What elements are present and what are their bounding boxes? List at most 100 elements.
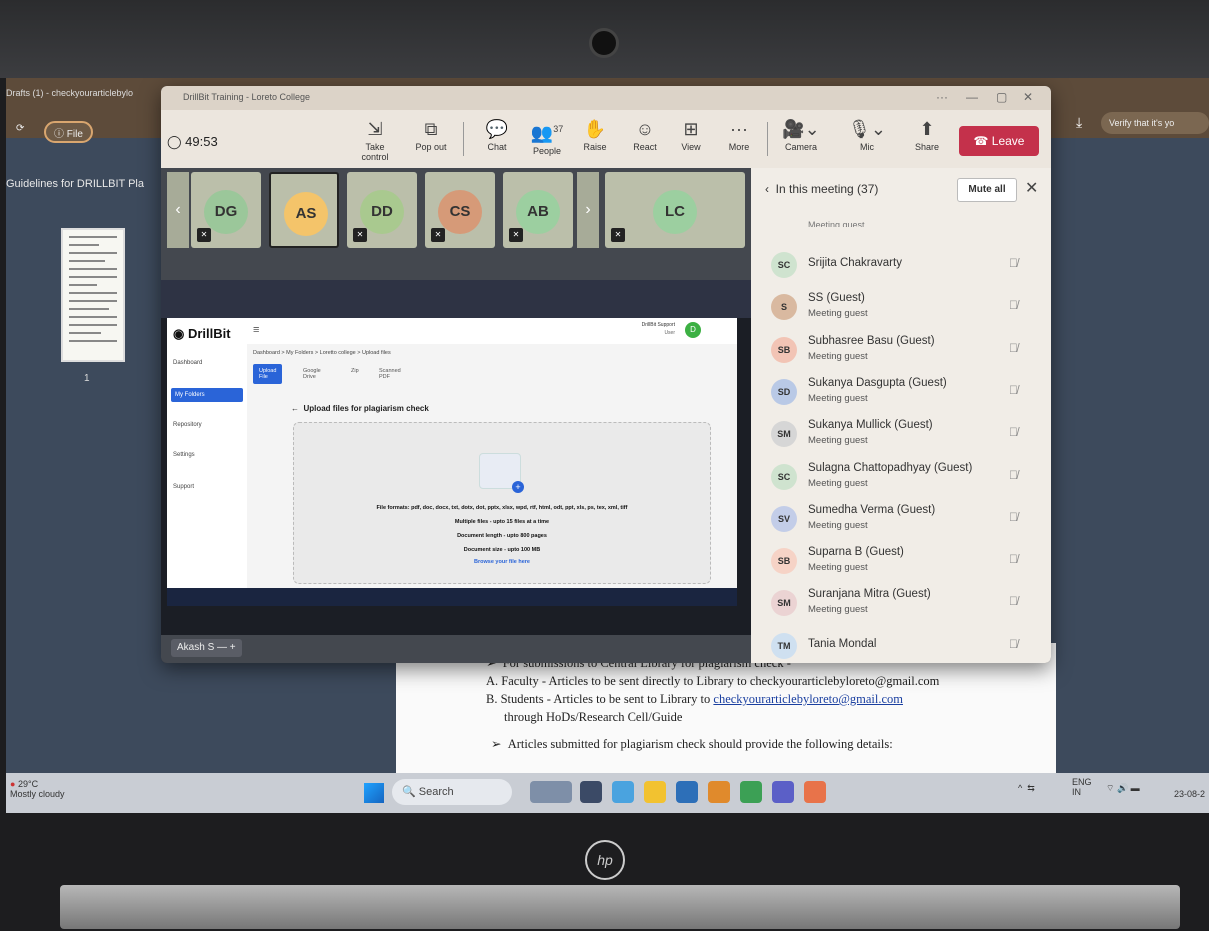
chat-icon: 💬	[485, 119, 509, 139]
chrome-profile-icon[interactable]	[804, 781, 826, 803]
participant-role: Meeting guest	[808, 392, 868, 404]
mic-off-icon[interactable]: 🎙̸	[1009, 383, 1018, 397]
mute-all-button[interactable]: Mute all	[957, 178, 1017, 202]
pdf-page-thumbnail[interactable]	[61, 228, 125, 362]
mic-off-icon[interactable]: 🎙̸	[1009, 256, 1018, 270]
download-icon[interactable]: ⤓	[1076, 114, 1082, 131]
mic-off-icon[interactable]: 🎙̸	[1009, 637, 1018, 651]
chrome-icon[interactable]	[740, 781, 762, 803]
close-panel-icon[interactable]: ✕	[1025, 178, 1038, 198]
nav-my-folders[interactable]: My Folders	[171, 388, 243, 402]
mic-off-icon[interactable]: 🎙̸	[1009, 341, 1018, 355]
back-chevron-icon[interactable]: ‹	[765, 182, 769, 196]
nav-support[interactable]: Support	[173, 484, 194, 490]
widgets-icon[interactable]	[530, 781, 572, 803]
participant-row[interactable]: S SS (Guest) Meeting guest 🎙̸	[751, 288, 1051, 330]
weather-widget[interactable]: ● 29°C Mostly cloudy	[10, 779, 65, 799]
participant-row[interactable]: SM Suranjana Mitra (Guest) Meeting guest 🎙̸	[751, 584, 1051, 626]
teams-icon[interactable]	[772, 781, 794, 803]
raise-hand-icon: ✋	[583, 119, 607, 139]
back-arrow-icon[interactable]: ←	[291, 404, 299, 413]
participant-tile[interactable]: CS ✕	[425, 172, 495, 248]
participant-name: Srijita Chakravarty	[808, 257, 902, 269]
task-view-icon[interactable]	[580, 781, 602, 803]
participant-row[interactable]: SB Suparna B (Guest) Meeting guest 🎙̸	[751, 542, 1051, 584]
people-button[interactable]: 👥37 People	[523, 116, 571, 156]
raise-hand-button[interactable]: ✋ Raise	[571, 116, 619, 152]
participant-row[interactable]: TM Tania Mondal 🎙̸	[751, 627, 1051, 663]
truncated-sub: Meeting guest	[808, 220, 865, 227]
pop-out-button[interactable]: ⧉ Pop out	[407, 116, 455, 152]
avatar: SB	[771, 548, 797, 575]
participant-tile[interactable]: AB ✕	[503, 172, 573, 248]
tray-chevron-icon[interactable]: ^ ⇆	[1018, 783, 1035, 794]
share-button[interactable]: ⬆ Share	[903, 116, 951, 152]
chat-button[interactable]: 💬 Chat	[473, 116, 521, 152]
nav-dashboard[interactable]: Dashboard	[173, 360, 202, 366]
browse-link[interactable]: Browse your file here	[294, 559, 710, 565]
close-icon[interactable]: ✕	[1023, 90, 1033, 104]
email-link[interactable]: checkyourarticlebyloreto@gmail.com	[713, 692, 903, 706]
mic-off-icon[interactable]: 🎙̸	[1009, 510, 1018, 524]
nav-settings[interactable]: Settings	[173, 452, 195, 458]
take-control-button[interactable]: ⇲ Take control	[351, 116, 399, 162]
more-button[interactable]: ··· More	[715, 116, 763, 152]
tiles-prev-button[interactable]: ‹	[167, 172, 189, 248]
view-button[interactable]: ⊞ View	[667, 116, 715, 152]
participant-tile[interactable]: DD ✕	[347, 172, 417, 248]
user-avatar[interactable]: D	[685, 322, 701, 338]
language-indicator[interactable]: ENG IN	[1072, 777, 1092, 797]
tab-zip[interactable]: Zip	[345, 364, 365, 378]
page-number: 1	[84, 373, 90, 384]
pdf-line: through HoDs/Research Cell/Guide	[504, 710, 683, 724]
camera-button[interactable]: 🎥⌄ Camera	[777, 116, 825, 152]
avatar: SM	[771, 590, 797, 617]
menu-icon[interactable]: ≡	[253, 324, 259, 336]
minimize-icon[interactable]: —	[966, 90, 978, 104]
windows-taskbar: ● 29°C Mostly cloudy 🔍 Search ^ ⇆ ENG IN ⌔…	[6, 773, 1209, 813]
participant-row[interactable]: SB Subhasree Basu (Guest) Meeting guest 🎙̸	[751, 331, 1051, 373]
system-date[interactable]: 23-08-2	[1174, 789, 1205, 799]
edge-icon[interactable]	[676, 781, 698, 803]
react-button[interactable]: ☺ React	[621, 116, 669, 152]
tiles-next-button[interactable]: ›	[577, 172, 599, 248]
leave-button[interactable]: ☎ Leave	[959, 126, 1039, 156]
participant-row[interactable]: SD Sukanya Dasgupta (Guest) Meeting guest 🎙…	[751, 373, 1051, 415]
taskbar-search[interactable]: 🔍 Search	[392, 779, 512, 805]
upload-dropzone[interactable]: + File formats: pdf, doc, docx, txt, dot…	[293, 422, 711, 584]
photos-icon[interactable]	[612, 781, 634, 803]
browser-tab[interactable]: Drafts (1) - checkyourarticlebylo	[6, 88, 133, 98]
file-chip[interactable]: ⓘ File	[44, 121, 93, 143]
weather-icon: ●	[10, 779, 16, 789]
mic-off-icon[interactable]: 🎙̸	[1009, 594, 1018, 608]
firefox-icon[interactable]	[708, 781, 730, 803]
maximize-icon[interactable]: ▢	[996, 90, 1007, 104]
participant-row[interactable]: SV Sumedha Verma (Guest) Meeting guest 🎙̸	[751, 500, 1051, 542]
laptop-hinge	[60, 885, 1180, 929]
tab-scanned-pdf[interactable]: Scanned PDF	[373, 364, 407, 384]
tab-google-drive[interactable]: Google Drive	[297, 364, 327, 384]
avatar: DG	[204, 190, 248, 234]
avatar: SM	[771, 421, 797, 448]
participant-tile[interactable]: AS	[269, 172, 339, 248]
mic-off-icon[interactable]: 🎙̸	[1009, 552, 1018, 566]
nav-repository[interactable]: Repository	[173, 422, 202, 428]
mic-off-icon[interactable]: 🎙̸	[1009, 425, 1018, 439]
mic-off-icon[interactable]: 🎙̸	[1009, 468, 1018, 482]
refresh-icon[interactable]: ⟳	[8, 121, 32, 143]
participant-tile[interactable]: LC ✕	[605, 172, 745, 248]
more-options-icon[interactable]: ···	[936, 90, 948, 104]
participant-row[interactable]: SM Sukanya Mullick (Guest) Meeting guest 🎙̸	[751, 415, 1051, 457]
tab-upload-file[interactable]: Upload File	[253, 364, 283, 384]
mic-off-icon: ✕	[197, 228, 211, 242]
participant-tile[interactable]: DG ✕	[191, 172, 261, 248]
file-explorer-icon[interactable]	[644, 781, 666, 803]
meeting-toolbar: ◯ 49:53 ⇲ Take control ⧉ Pop out 💬 Chat 👥37…	[161, 110, 1051, 168]
start-button[interactable]	[364, 783, 384, 803]
participant-row[interactable]: SC Srijita Chakravarty 🎙̸	[751, 246, 1051, 288]
network-sound-battery-icons[interactable]: ⌔ 🔊 ▬	[1106, 783, 1140, 794]
participant-row[interactable]: SC Sulagna Chattopadhyay (Guest) Meeting g…	[751, 458, 1051, 500]
mic-button[interactable]: 🎙⌄ Mic	[843, 116, 891, 152]
mic-off-icon[interactable]: 🎙̸	[1009, 298, 1018, 312]
verify-chip[interactable]: Verify that it's yo	[1101, 112, 1209, 134]
